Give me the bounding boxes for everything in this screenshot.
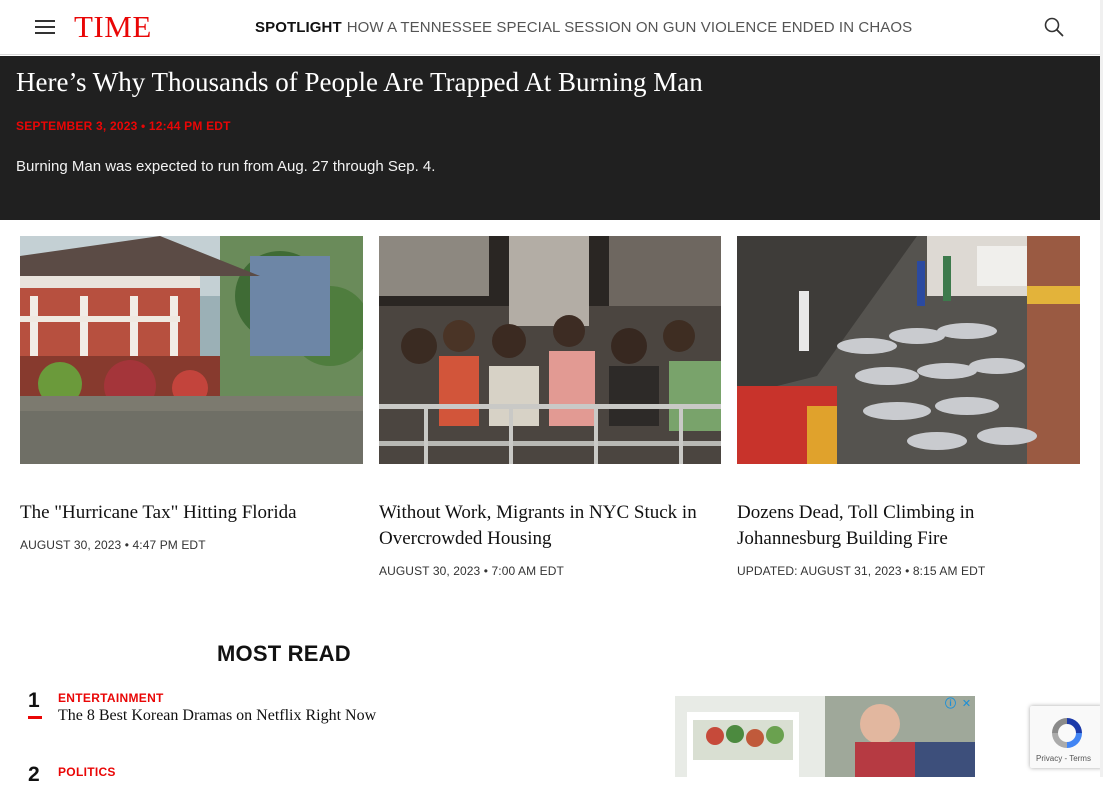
- hero-date: SEPTEMBER 3, 2023 • 12:44 PM EDT: [16, 119, 231, 133]
- spotlight-headline: HOW A TENNESSEE SPECIAL SESSION ON GUN V…: [346, 19, 913, 36]
- recaptcha-links[interactable]: Privacy - Terms: [1036, 754, 1091, 763]
- top-navigation-bar: TIME SPOTLIGHT HOW A TENNESSEE SPECIAL SE…: [0, 0, 1100, 55]
- recaptcha-icon: [1048, 714, 1086, 757]
- rank-number: 2: [28, 763, 40, 786]
- spotlight-link[interactable]: SPOTLIGHT HOW A TENNESSEE SPECIAL SESSION…: [255, 19, 912, 37]
- article-title[interactable]: Without Work, Migrants in NYC Stuck in O…: [379, 500, 721, 552]
- most-read-title[interactable]: The 8 Best Korean Dramas on Netflix Righ…: [58, 707, 376, 725]
- rank-underline: [28, 716, 42, 719]
- recaptcha-badge[interactable]: Privacy - Terms: [1030, 706, 1103, 768]
- hero-description: Burning Man was expected to run from Aug…: [16, 158, 436, 175]
- hero-headline[interactable]: Here’s Why Thousands of People Are Trapp…: [16, 65, 703, 99]
- article-card-hurricane[interactable]: The "Hurricane Tax" Hitting Florida AUGU…: [20, 236, 363, 552]
- rank-number: 1: [28, 689, 44, 719]
- article-image-johannesburg-fire[interactable]: [737, 236, 1080, 464]
- article-card-migrants[interactable]: Without Work, Migrants in NYC Stuck in O…: [379, 236, 721, 578]
- article-image-migrants-crowd[interactable]: [379, 236, 721, 464]
- search-icon[interactable]: [1044, 17, 1064, 37]
- advertisement[interactable]: ⓘ ✕: [675, 696, 975, 777]
- category-label[interactable]: ENTERTAINMENT: [58, 691, 164, 705]
- time-logo[interactable]: TIME: [74, 9, 152, 45]
- article-card-johannesburg[interactable]: Dozens Dead, Toll Climbing in Johannesbu…: [737, 236, 1080, 578]
- adchoices-icon[interactable]: ⓘ: [944, 698, 957, 711]
- most-read-heading: MOST READ: [217, 641, 351, 666]
- article-date: AUGUST 30, 2023 • 7:00 AM EDT: [379, 564, 564, 578]
- article-date: UPDATED: AUGUST 31, 2023 • 8:15 AM EDT: [737, 564, 986, 578]
- hero-banner: Here’s Why Thousands of People Are Trapp…: [0, 56, 1100, 220]
- article-title[interactable]: The "Hurricane Tax" Hitting Florida: [20, 500, 363, 526]
- article-image-flood-house[interactable]: [20, 236, 363, 464]
- spotlight-label: SPOTLIGHT: [255, 19, 342, 36]
- menu-icon[interactable]: [35, 20, 55, 34]
- article-title[interactable]: Dozens Dead, Toll Climbing in Johannesbu…: [737, 500, 1080, 552]
- article-date: AUGUST 30, 2023 • 4:47 PM EDT: [20, 538, 206, 552]
- close-icon[interactable]: ✕: [960, 698, 973, 711]
